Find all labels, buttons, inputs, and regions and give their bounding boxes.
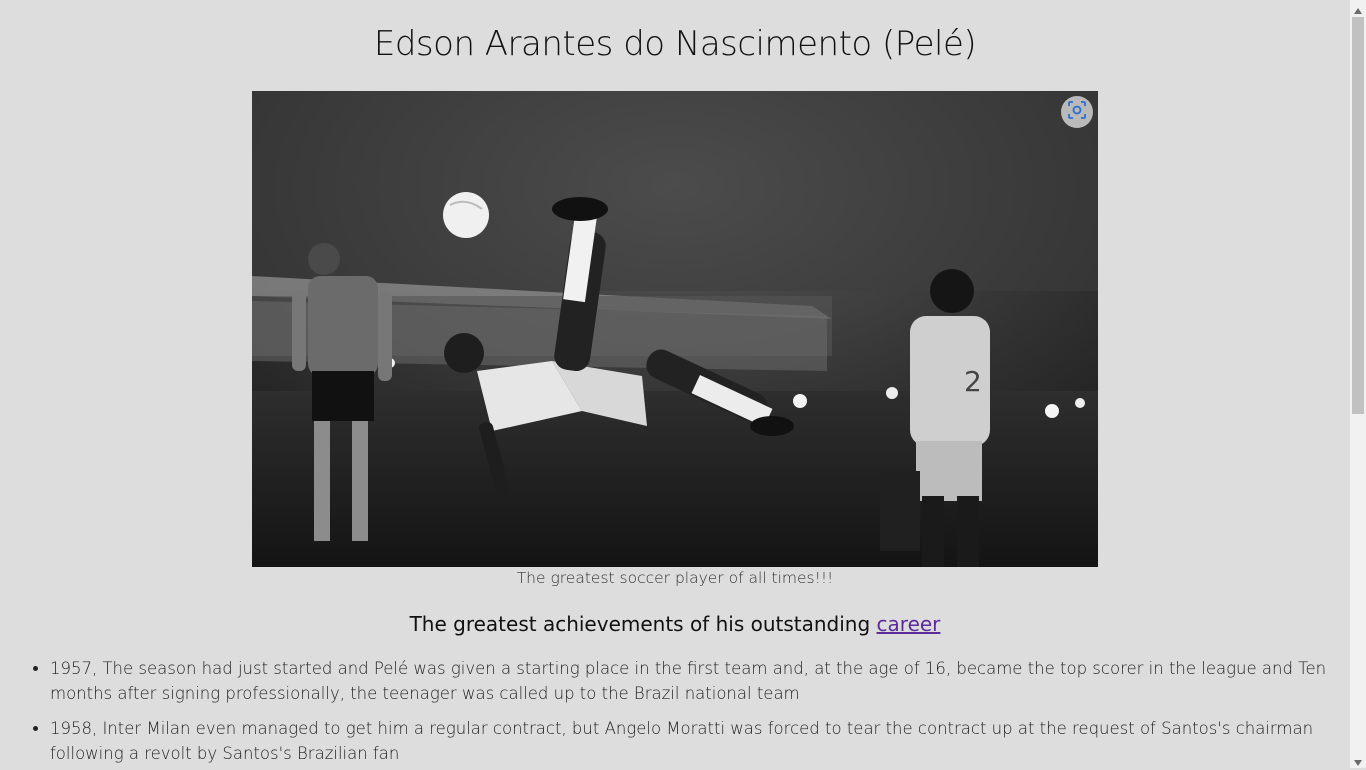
scroll-down-button[interactable] — [1350, 752, 1366, 768]
arrow-down-icon — [1354, 751, 1362, 770]
scroll-thumb[interactable] — [1352, 17, 1364, 414]
arrow-up-icon — [1354, 0, 1362, 18]
scroll-up-button[interactable] — [1350, 0, 1366, 16]
achievements-heading-text: The greatest achievements of his outstan… — [409, 612, 877, 636]
achievements-heading: The greatest achievements of his outstan… — [0, 612, 1350, 636]
vertical-scrollbar[interactable] — [1350, 0, 1366, 768]
bicycle-kick-image: 2 — [252, 91, 1098, 567]
list-item: 1957, The season had just started and Pe… — [50, 656, 1350, 706]
list-item: 1958, Inter Milan even managed to get hi… — [50, 716, 1350, 766]
image-search-button[interactable] — [1061, 96, 1093, 128]
page-title: Edson Arantes do Nascimento (Pelé) — [373, 24, 977, 64]
achievements-list: 1957, The season had just started and Pe… — [0, 656, 1350, 770]
pele-photo: 2 — [252, 91, 1098, 567]
image-caption: The greatest soccer player of all times!… — [516, 569, 834, 587]
career-link[interactable]: career — [877, 612, 941, 636]
page: Edson Arantes do Nascimento (Pelé) 2 The… — [0, 0, 1350, 768]
svg-text:2: 2 — [964, 365, 982, 398]
lens-icon — [1068, 101, 1086, 123]
